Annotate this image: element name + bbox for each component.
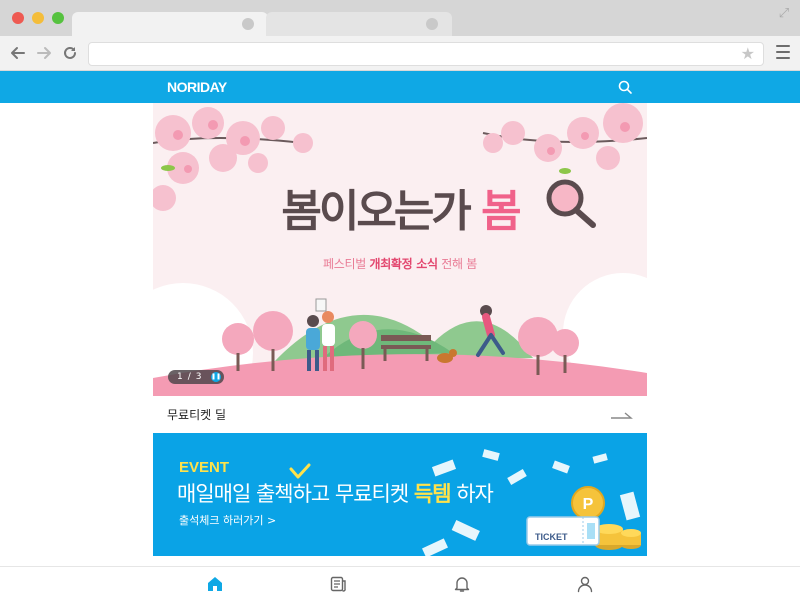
- forward-arrow-icon[interactable]: [34, 43, 54, 63]
- bottom-navigation: [0, 566, 800, 600]
- tab-close-icon[interactable]: [426, 18, 438, 30]
- maximize-window-button[interactable]: [52, 12, 64, 24]
- free-ticket-deal-row[interactable]: 무료티켓 딜: [153, 396, 647, 433]
- browser-toolbar: ★: [0, 36, 800, 71]
- hero-subtitle: 페스티벌 개최확정 소식 전해 봄: [322, 257, 478, 271]
- bell-icon[interactable]: [453, 575, 471, 593]
- event-label: EVENT: [179, 459, 230, 476]
- search-icon[interactable]: [617, 79, 633, 95]
- user-icon[interactable]: [576, 575, 594, 593]
- hero-banner[interactable]: 봄이오는가 봄 페스티벌 개최확정 소식 전해 봄 1/3 ❚❚: [153, 103, 647, 396]
- event-banner[interactable]: P EVENT 매일매일 출첵하고 무료티켓 득템 하자 출석체크 하러가기 >…: [153, 433, 647, 556]
- back-arrow-icon[interactable]: [8, 43, 28, 63]
- svg-text:P: P: [583, 496, 594, 513]
- address-bar[interactable]: ★: [88, 42, 764, 66]
- arrow-right-icon[interactable]: [611, 408, 633, 420]
- close-window-button[interactable]: [12, 12, 24, 24]
- noriday-logo[interactable]: NORIDAY: [167, 77, 227, 97]
- attendance-check-link[interactable]: 출석체크 하러가기 >: [179, 513, 276, 529]
- tab-close-icon[interactable]: [242, 18, 254, 30]
- ticket-label: TICKET: [535, 532, 568, 542]
- pause-icon[interactable]: ❚❚: [211, 372, 221, 382]
- section-title: 무료티켓 딜: [167, 408, 227, 422]
- browser-menu-icon[interactable]: [776, 45, 790, 61]
- home-icon[interactable]: [206, 575, 224, 593]
- site-header: NORIDAY: [0, 71, 800, 103]
- spring-illustration: [153, 103, 647, 396]
- reload-icon[interactable]: [60, 43, 80, 63]
- minimize-window-button[interactable]: [32, 12, 44, 24]
- banner-headline: 매일매일 출첵하고 무료티켓 득템 하자: [177, 482, 494, 506]
- news-icon[interactable]: [329, 575, 347, 593]
- bookmark-star-icon[interactable]: ★: [741, 44, 755, 64]
- browser-tab-inactive[interactable]: [266, 12, 452, 36]
- browser-chrome: ⤢ ★: [0, 0, 800, 71]
- tab-bar: ⤢: [0, 0, 800, 36]
- browser-tab-active[interactable]: [72, 12, 268, 36]
- main-content: 봄이오는가 봄 페스티벌 개최확정 소식 전해 봄 1/3 ❚❚ 무료티켓 딜: [153, 103, 647, 566]
- fullscreen-icon[interactable]: ⤢: [776, 6, 792, 22]
- slide-pager: 1/3 ❚❚: [168, 370, 224, 384]
- hero-title: 봄이오는가 봄: [281, 186, 521, 237]
